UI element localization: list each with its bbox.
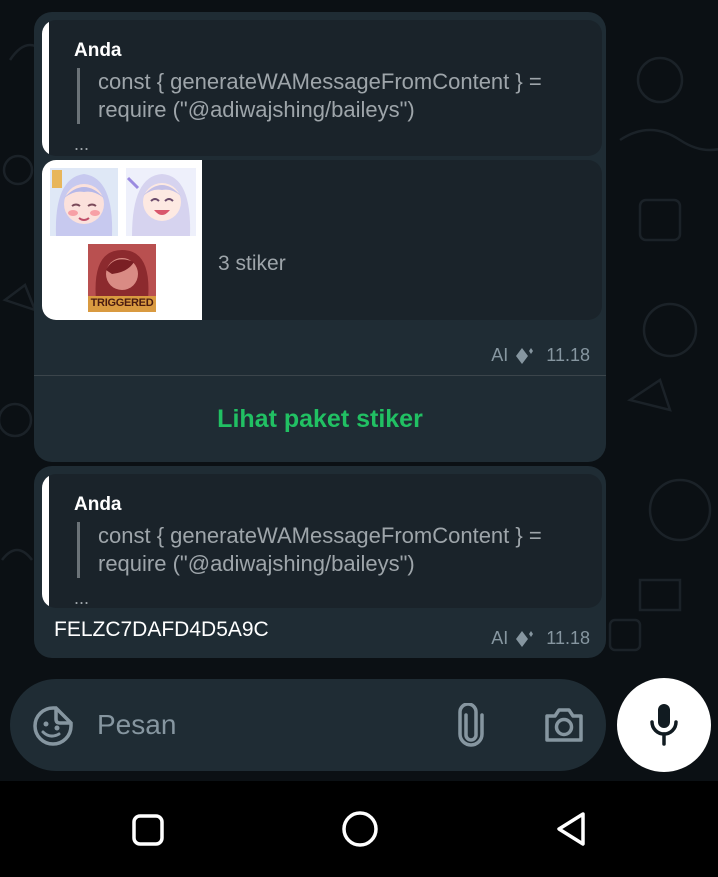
- sticker-icon[interactable]: [32, 705, 74, 747]
- attach-icon[interactable]: [456, 702, 486, 747]
- message-meta: AI 11.18: [491, 345, 590, 366]
- message-input[interactable]: Pesan: [97, 709, 176, 741]
- triggered-label: TRIGGERED: [90, 297, 154, 309]
- reply-message[interactable]: Anda const { generateWAMessageFromConten…: [34, 466, 606, 658]
- quote-author: Anda: [74, 494, 122, 515]
- message-text: FELZC7DAFD4D5A9C: [54, 618, 269, 641]
- back-triangle-icon[interactable]: [553, 810, 589, 848]
- sticker-pack-thumbnail[interactable]: TRIGGERED: [42, 160, 202, 320]
- quote-line: require ("@adiwajshing/baileys"): [98, 97, 415, 122]
- quoted-message[interactable]: Anda const { generateWAMessageFromConten…: [42, 20, 602, 156]
- sticker-pack-preview[interactable]: TRIGGERED 3 stiker: [42, 160, 602, 320]
- quote-line: require ("@adiwajshing/baileys"): [98, 551, 415, 576]
- message-composer[interactable]: Pesan: [10, 679, 606, 771]
- sticker-count: 3 stiker: [218, 252, 286, 275]
- message-time: 11.18: [546, 345, 590, 365]
- system-navigation-bar: [0, 781, 718, 877]
- message-meta: AI 11.18: [491, 628, 590, 649]
- ai-sparkle-icon: [514, 346, 536, 366]
- sticker-anime-girl-blushing: [50, 168, 118, 236]
- quote-text: const { generateWAMessageFromContent } =…: [77, 522, 542, 578]
- ai-label: AI: [491, 345, 509, 365]
- quote-author: Anda: [74, 40, 122, 61]
- quote-line: const { generateWAMessageFromContent } =: [98, 69, 542, 94]
- quote-accent-bar: [42, 20, 49, 156]
- quote-ellipsis: ...: [74, 588, 90, 608]
- quoted-message[interactable]: Anda const { generateWAMessageFromConten…: [42, 474, 602, 608]
- quote-accent-bar: [42, 474, 49, 608]
- quote-ellipsis: ...: [74, 134, 90, 154]
- quote-text: const { generateWAMessageFromContent } =…: [77, 68, 542, 124]
- ai-sparkle-icon: [514, 629, 536, 649]
- camera-icon[interactable]: [543, 707, 585, 743]
- quote-line: const { generateWAMessageFromContent } =: [98, 523, 542, 548]
- sticker-pack-message[interactable]: Anda const { generateWAMessageFromConten…: [34, 12, 606, 462]
- bubble-divider: [34, 375, 606, 376]
- sticker-triggered-meme: TRIGGERED: [88, 244, 156, 312]
- message-time: 11.18: [546, 628, 590, 648]
- home-circle-icon[interactable]: [340, 809, 380, 849]
- sticker-anime-girl-laughing: [126, 168, 196, 236]
- ai-label: AI: [491, 628, 509, 648]
- mic-icon: [649, 702, 679, 748]
- voice-message-button[interactable]: [617, 678, 711, 772]
- view-sticker-pack-button[interactable]: Lihat paket stiker: [34, 405, 606, 434]
- recents-square-icon[interactable]: [131, 813, 165, 847]
